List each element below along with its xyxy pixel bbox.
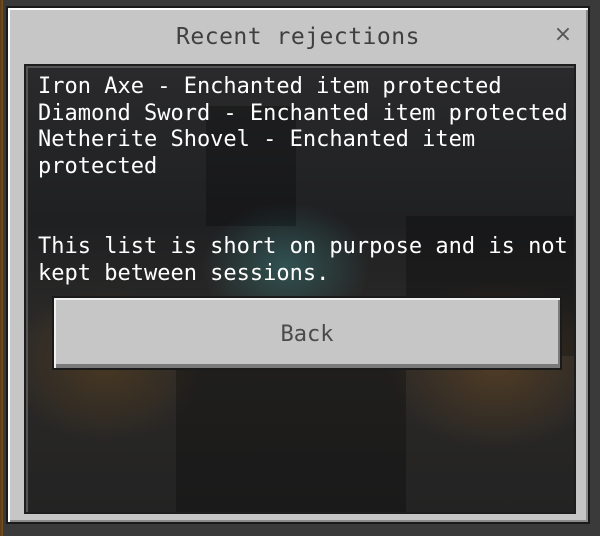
- back-button[interactable]: Back: [52, 296, 562, 370]
- recent-rejections-dialog: Recent rejections × Iron Axe - Enchanted…: [6, 6, 590, 524]
- list-item: Netherite Shovel - Enchanted item protec…: [38, 127, 476, 179]
- rejection-list: Iron Axe - Enchanted item protected Diam…: [38, 74, 568, 180]
- close-icon[interactable]: ×: [552, 24, 574, 46]
- list-item: Diamond Sword - Enchanted item protected: [38, 100, 568, 126]
- info-note: This list is short on purpose and is not…: [38, 234, 568, 286]
- list-item: Iron Axe - Enchanted item protected: [38, 74, 502, 99]
- game-background: Recent rejections × Iron Axe - Enchanted…: [0, 0, 600, 536]
- background-block: [176, 366, 406, 512]
- dialog-title: Recent rejections: [176, 24, 420, 50]
- content-panel: Iron Axe - Enchanted item protected Diam…: [24, 64, 576, 514]
